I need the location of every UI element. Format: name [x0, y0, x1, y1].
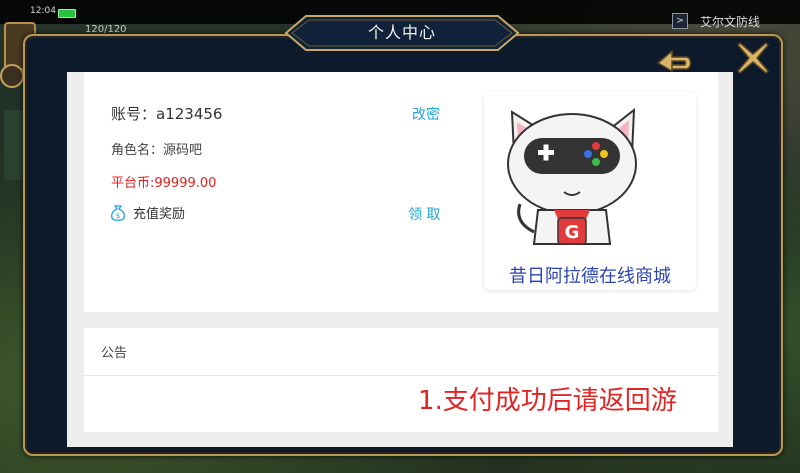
reward-label: 充值奖励 — [133, 207, 186, 222]
svg-text:$: $ — [116, 212, 120, 220]
dialog-title-tab: 个人中心 — [284, 15, 520, 51]
close-x-icon — [736, 41, 770, 75]
close-button[interactable] — [734, 39, 772, 77]
region-name: 艾尔文防线 — [700, 15, 761, 29]
back-arrow-icon — [656, 49, 692, 73]
status-time: 12:04 — [30, 6, 56, 16]
coins-label: 平台币: — [111, 176, 155, 191]
notice-marquee-text: 1.支付成功后请返回游 — [418, 386, 677, 416]
dialog-title: 个人中心 — [367, 23, 436, 42]
account-value: a123456 — [156, 105, 223, 123]
money-bag-icon: $ — [111, 204, 125, 221]
cat-gamepad-mascot-icon: G — [507, 107, 637, 245]
notice-divider — [84, 375, 718, 376]
change-password-link[interactable]: 改密 — [412, 104, 440, 124]
recharge-reward-row: $ 充值奖励 — [109, 203, 185, 222]
role-label: 角色名： — [111, 143, 164, 158]
claim-reward-link[interactable]: 领 取 — [408, 204, 440, 224]
region-toggle-button[interactable]: > — [672, 13, 688, 29]
back-button[interactable] — [652, 41, 698, 73]
battery-icon — [58, 9, 76, 18]
account-label: 账号： — [111, 105, 157, 123]
notice-title: 公告 — [101, 346, 128, 361]
shop-name-link[interactable]: 昔日阿拉德在线商城 — [484, 262, 696, 288]
level-badge-icon — [0, 64, 24, 88]
logo-letter: G — [565, 222, 580, 243]
role-value: 源码吧 — [163, 143, 203, 158]
coins-value: 99999.00 — [154, 176, 217, 191]
account-row: 账号：a123456 — [111, 103, 222, 124]
shop-logo-card[interactable]: G — [484, 92, 696, 290]
platform-coins-row: 平台币:99999.00 — [111, 172, 216, 191]
role-row: 角色名：源码吧 — [111, 139, 202, 158]
